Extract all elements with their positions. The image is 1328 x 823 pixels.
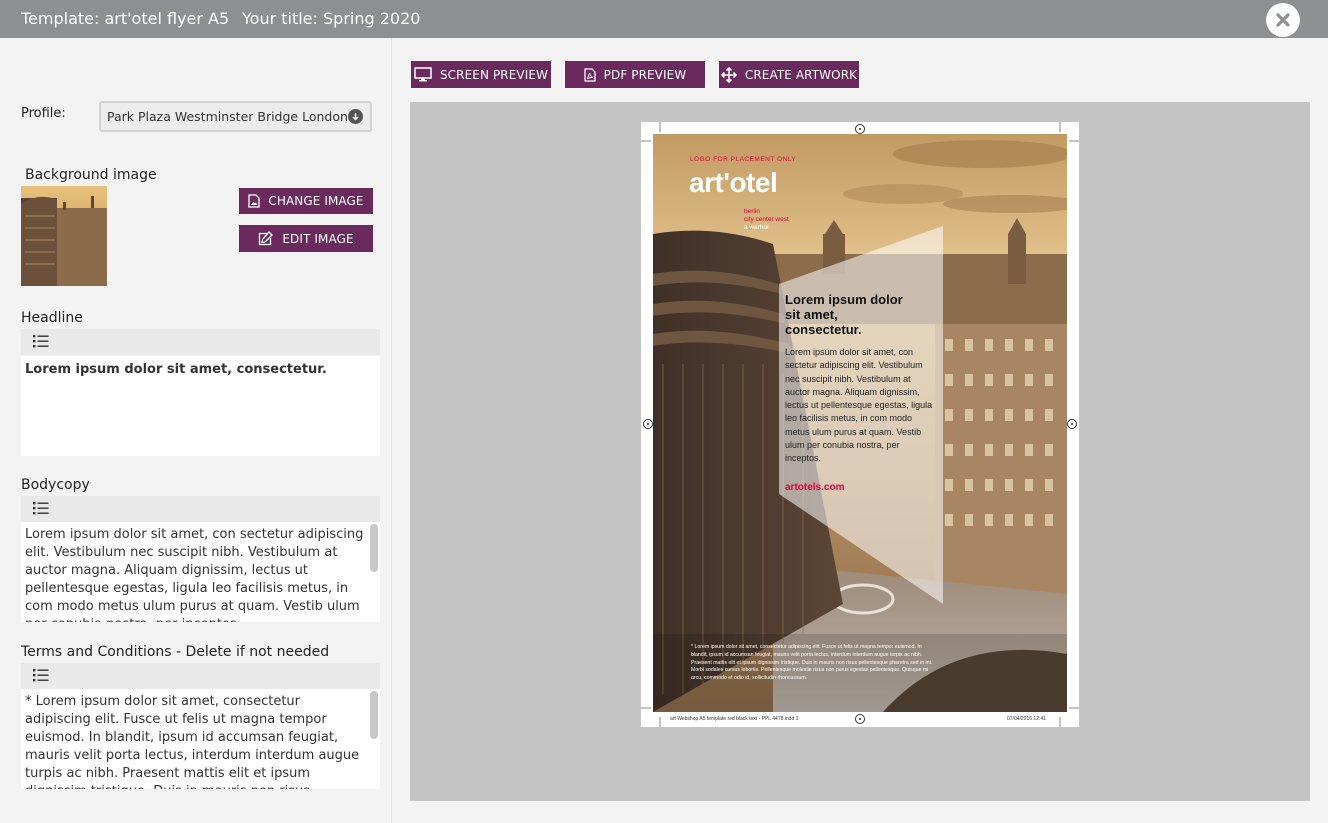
background-image-label: Background image (25, 167, 157, 183)
flyer-terms: * Lorem ipsum dolor sit amet, consectetu… (691, 644, 933, 682)
close-icon (1276, 13, 1290, 27)
profile-select-value: Park Plaza Westminster Bridge London (107, 109, 348, 124)
profile-select[interactable]: Park Plaza Westminster Bridge London (99, 101, 372, 132)
terms-scrollbar[interactable] (370, 691, 378, 787)
change-image-label: CHANGE IMAGE (268, 194, 364, 208)
screen-preview-button[interactable]: SCREEN PREVIEW (411, 61, 551, 88)
screen-preview-label: SCREEN PREVIEW (439, 67, 549, 82)
registration-mark-icon (643, 419, 653, 429)
pdf-icon (584, 67, 596, 82)
bodycopy-input[interactable]: Lorem ipsum dolor sit amet, con sectetur… (21, 522, 380, 622)
headline-toolbar (21, 329, 380, 355)
registration-mark-icon (855, 714, 865, 724)
flyer-website: artotels.com (785, 482, 845, 493)
create-artwork-label: CREATE ARTWORK (744, 67, 858, 82)
dropdown-arrow-icon (348, 109, 363, 124)
pdf-preview-button[interactable]: PDF PREVIEW (565, 61, 705, 88)
edit-image-button[interactable]: EDIT IMAGE (239, 225, 373, 252)
flyer-slug-left: art Webshop A5 template red black text -… (670, 716, 799, 722)
flyer-brand-logo: art'otel (689, 167, 778, 198)
background-image-thumbnail (21, 186, 107, 286)
terms-input[interactable]: * Lorem ipsum dolor sit amet, consectetu… (21, 689, 380, 789)
edit-icon (259, 231, 274, 246)
top-bar: Template: art'otel flyer A5 Your title: … (0, 0, 1328, 38)
flyer-location: berlin city center west a warhol (744, 208, 789, 231)
flyer-slug-right: 07/04/2016 12:41 (1007, 716, 1046, 722)
headline-label: Headline (21, 310, 83, 326)
profile-label: Profile: (21, 106, 66, 121)
headline-input[interactable]: Lorem ipsum dolor sit amet, consectetur. (21, 356, 380, 456)
flyer-body: Lorem ipsum dolor sit amet, con sectetur… (785, 347, 933, 464)
list-icon[interactable] (33, 501, 49, 515)
monitor-icon (414, 67, 432, 82)
bodycopy-label: Bodycopy (21, 477, 90, 493)
pdf-preview-label: PDF PREVIEW (603, 67, 687, 82)
terms-label: Terms and Conditions - Delete if not nee… (21, 644, 330, 660)
terms-toolbar (21, 663, 380, 689)
close-button[interactable] (1266, 3, 1300, 37)
flyer-headline: Lorem ipsum dolor sit amet, consectetur. (785, 292, 903, 337)
registration-mark-icon (1067, 419, 1077, 429)
edit-image-label: EDIT IMAGE (282, 231, 354, 246)
create-artwork-button[interactable]: CREATE ARTWORK (719, 61, 859, 88)
move-arrows-icon (720, 66, 737, 83)
registration-mark-icon (855, 124, 865, 134)
template-name: Template: art'otel flyer A5 (21, 9, 230, 28)
flyer-background-photo: LOGO FOR PLACEMENT ONLY art'otel berlin … (653, 134, 1067, 712)
terms-text: * Lorem ipsum dolor sit amet, consectetu… (25, 694, 360, 789)
bodycopy-text: Lorem ipsum dolor sit amet, con sectetur… (25, 527, 364, 622)
bodycopy-toolbar (21, 496, 380, 522)
bodycopy-scrollbar[interactable] (370, 524, 378, 620)
document-title: Your title: Spring 2020 (242, 9, 421, 28)
list-icon[interactable] (33, 668, 49, 682)
list-icon[interactable] (33, 334, 49, 348)
flyer-logo-note: LOGO FOR PLACEMENT ONLY (690, 156, 797, 163)
image-file-icon (248, 194, 261, 208)
change-image-button[interactable]: CHANGE IMAGE (239, 188, 373, 214)
